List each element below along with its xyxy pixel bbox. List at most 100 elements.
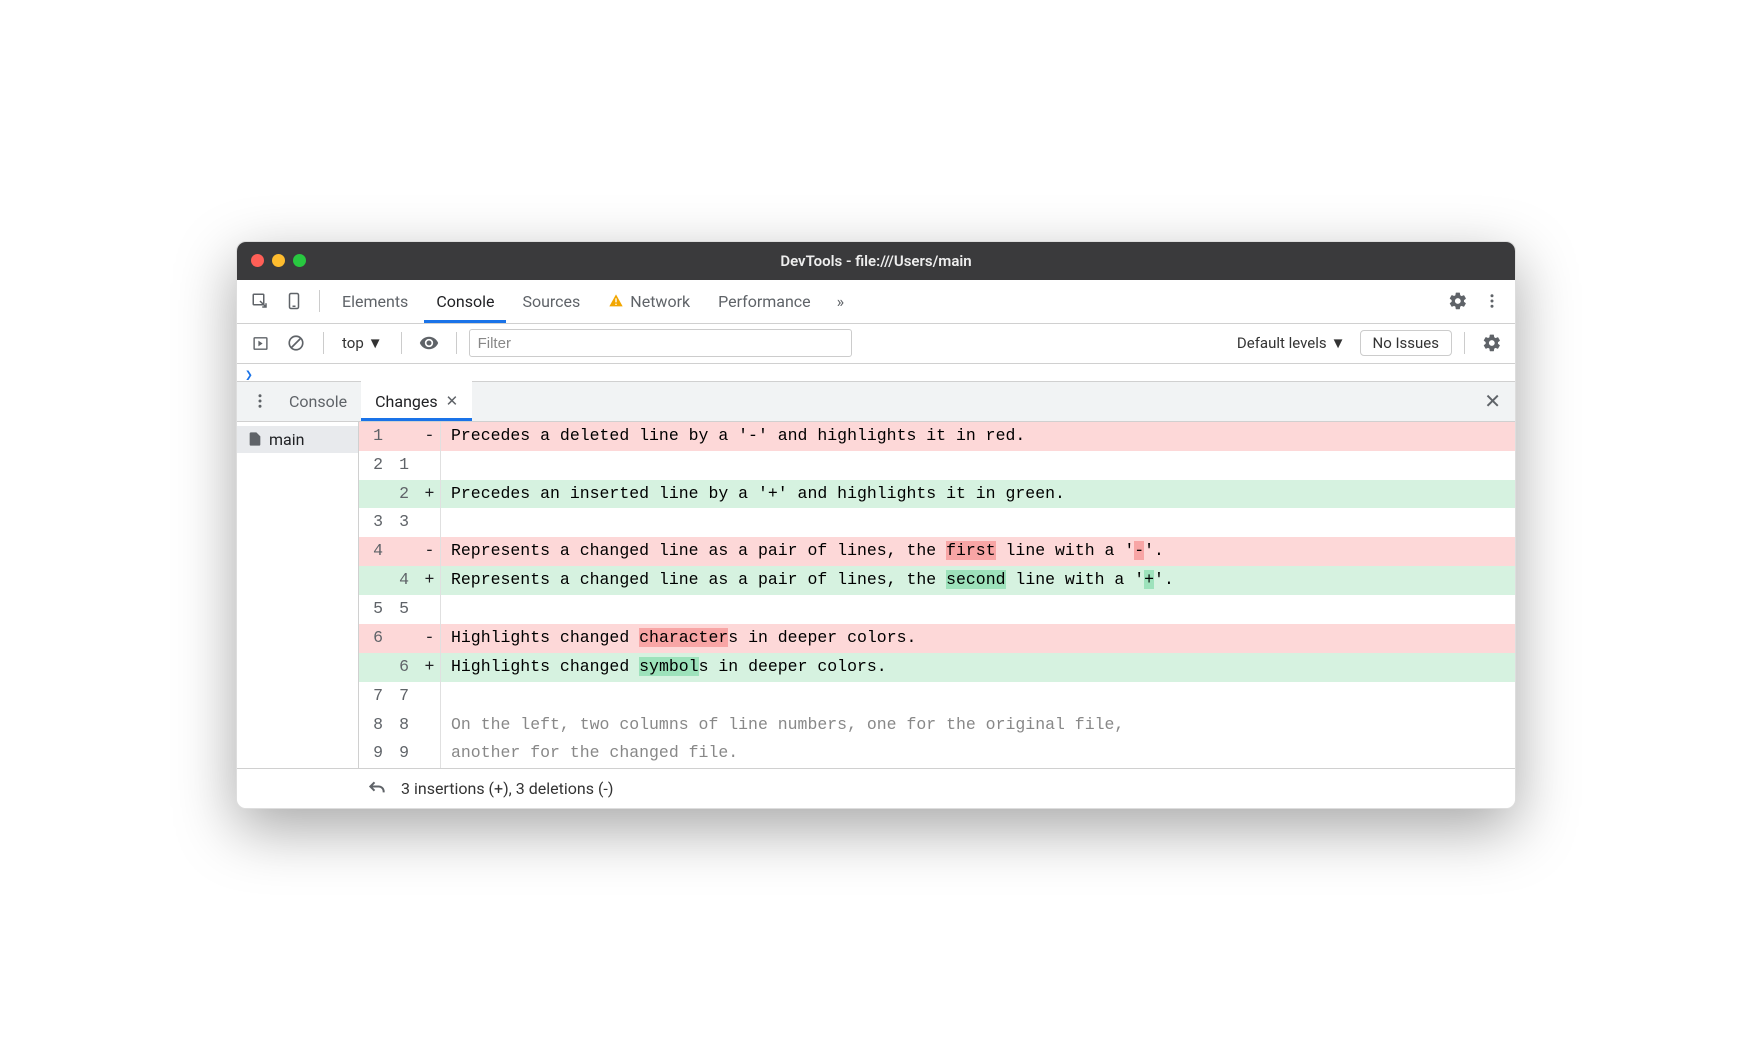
console-settings-icon[interactable]	[1477, 328, 1507, 358]
drawer-tab-changes[interactable]: Changes ✕	[361, 381, 472, 421]
line-number-new: 8	[389, 711, 419, 740]
drawer-tab-console[interactable]: Console	[275, 381, 361, 421]
line-number-new: 5	[389, 595, 419, 624]
diff-row: 4-Represents a changed line as a pair of…	[359, 537, 1515, 566]
divider	[323, 332, 324, 354]
line-number-new: 9	[389, 739, 419, 768]
diff-row: 33	[359, 508, 1515, 537]
line-number-new: 1	[389, 451, 419, 480]
diff-code	[441, 451, 1515, 480]
line-number-new: 6	[389, 653, 419, 682]
console-filter-bar: top ▼ Default levels ▼ No Issues	[237, 324, 1515, 364]
line-number-new	[389, 624, 419, 653]
context-label: top	[342, 334, 364, 352]
tab-sources[interactable]: Sources	[510, 279, 592, 323]
kebab-menu-icon[interactable]	[1477, 286, 1507, 316]
clear-console-icon[interactable]	[281, 328, 311, 358]
chevron-down-icon: ▼	[368, 334, 383, 352]
prompt-caret-icon: ❯	[245, 368, 253, 383]
titlebar: DevTools - file:///Users/main	[237, 242, 1515, 280]
diff-marker	[419, 508, 441, 537]
file-icon	[247, 431, 263, 447]
tab-console[interactable]: Console	[424, 279, 506, 323]
line-number-new: 4	[389, 566, 419, 595]
diff-code: another for the changed file.	[441, 739, 1515, 768]
tab-network-label: Network	[630, 292, 690, 311]
warning-icon	[608, 293, 624, 309]
log-levels-selector[interactable]: Default levels ▼	[1229, 334, 1354, 352]
line-number-old: 6	[359, 624, 389, 653]
diff-marker: -	[419, 422, 441, 451]
inspect-icon[interactable]	[245, 286, 275, 316]
diff-code: Highlights changed characters in deeper …	[441, 624, 1515, 653]
diff-code: On the left, two columns of line numbers…	[441, 711, 1515, 740]
filter-input[interactable]	[469, 329, 852, 357]
divider	[1464, 332, 1465, 354]
file-tree-item[interactable]: main	[237, 426, 358, 453]
tab-elements[interactable]: Elements	[330, 279, 420, 323]
line-number-new: 2	[389, 480, 419, 509]
main-tabs: Elements Console Sources Network Perform…	[237, 280, 1515, 324]
diff-view: 1-Precedes a deleted line by a '-' and h…	[359, 422, 1515, 769]
drawer-tabs: Console Changes ✕ ✕	[237, 382, 1515, 422]
diff-code	[441, 682, 1515, 711]
line-number-old	[359, 566, 389, 595]
close-tab-icon[interactable]: ✕	[446, 392, 459, 410]
toggle-sidebar-icon[interactable]	[245, 328, 275, 358]
diff-code: Represents a changed line as a pair of l…	[441, 537, 1515, 566]
diff-row: 6+Highlights changed symbols in deeper c…	[359, 653, 1515, 682]
line-number-old: 1	[359, 422, 389, 451]
line-number-old: 2	[359, 451, 389, 480]
window-title: DevTools - file:///Users/main	[237, 252, 1515, 270]
diff-row: 21	[359, 451, 1515, 480]
more-tabs-button[interactable]: »	[827, 292, 855, 311]
diff-code: Represents a changed line as a pair of l…	[441, 566, 1515, 595]
divider	[456, 332, 457, 354]
diff-marker: +	[419, 566, 441, 595]
diff-marker: +	[419, 480, 441, 509]
diff-row: 88 On the left, two columns of line numbe…	[359, 711, 1515, 740]
diff-summary: 3 insertions (+), 3 deletions (-)	[401, 779, 613, 798]
diff-code: Highlights changed symbols in deeper col…	[441, 653, 1515, 682]
diff-row: 4+Represents a changed line as a pair of…	[359, 566, 1515, 595]
diff-row: 77	[359, 682, 1515, 711]
diff-row: 99 another for the changed file.	[359, 739, 1515, 768]
tab-performance[interactable]: Performance	[706, 279, 823, 323]
diff-marker	[419, 451, 441, 480]
context-selector[interactable]: top ▼	[336, 332, 389, 354]
live-expression-icon[interactable]	[414, 328, 444, 358]
revert-icon[interactable]	[367, 779, 387, 799]
changes-panel: main 1-Precedes a deleted line by a '-' …	[237, 422, 1515, 769]
drawer-tab-changes-label: Changes	[375, 392, 438, 411]
diff-marker	[419, 595, 441, 624]
line-number-new: 7	[389, 682, 419, 711]
levels-label: Default levels	[1237, 334, 1327, 352]
device-toggle-icon[interactable]	[279, 286, 309, 316]
line-number-new	[389, 422, 419, 451]
divider	[401, 332, 402, 354]
close-drawer-icon[interactable]: ✕	[1478, 389, 1507, 413]
line-number-new: 3	[389, 508, 419, 537]
tab-network[interactable]: Network	[596, 279, 702, 323]
line-number-new	[389, 537, 419, 566]
file-tree: main	[237, 422, 359, 769]
devtools-window: DevTools - file:///Users/main Elements C…	[236, 241, 1516, 810]
diff-marker	[419, 739, 441, 768]
diff-row: 6 -Highlights changed characters in deepe…	[359, 624, 1515, 653]
line-number-old: 9	[359, 739, 389, 768]
settings-icon[interactable]	[1443, 286, 1473, 316]
console-prompt[interactable]: ❯	[237, 364, 1515, 382]
line-number-old: 7	[359, 682, 389, 711]
chevron-down-icon: ▼	[1331, 334, 1346, 352]
diff-marker: -	[419, 537, 441, 566]
line-number-old: 8	[359, 711, 389, 740]
diff-marker: -	[419, 624, 441, 653]
diff-row: 2+Precedes an inserted line by a '+' and…	[359, 480, 1515, 509]
divider	[319, 290, 320, 312]
diff-marker	[419, 682, 441, 711]
diff-code: Precedes a deleted line by a '-' and hig…	[441, 422, 1515, 451]
diff-code	[441, 508, 1515, 537]
drawer-menu-icon[interactable]	[245, 386, 275, 416]
issues-button[interactable]: No Issues	[1360, 330, 1453, 356]
line-number-old: 5	[359, 595, 389, 624]
